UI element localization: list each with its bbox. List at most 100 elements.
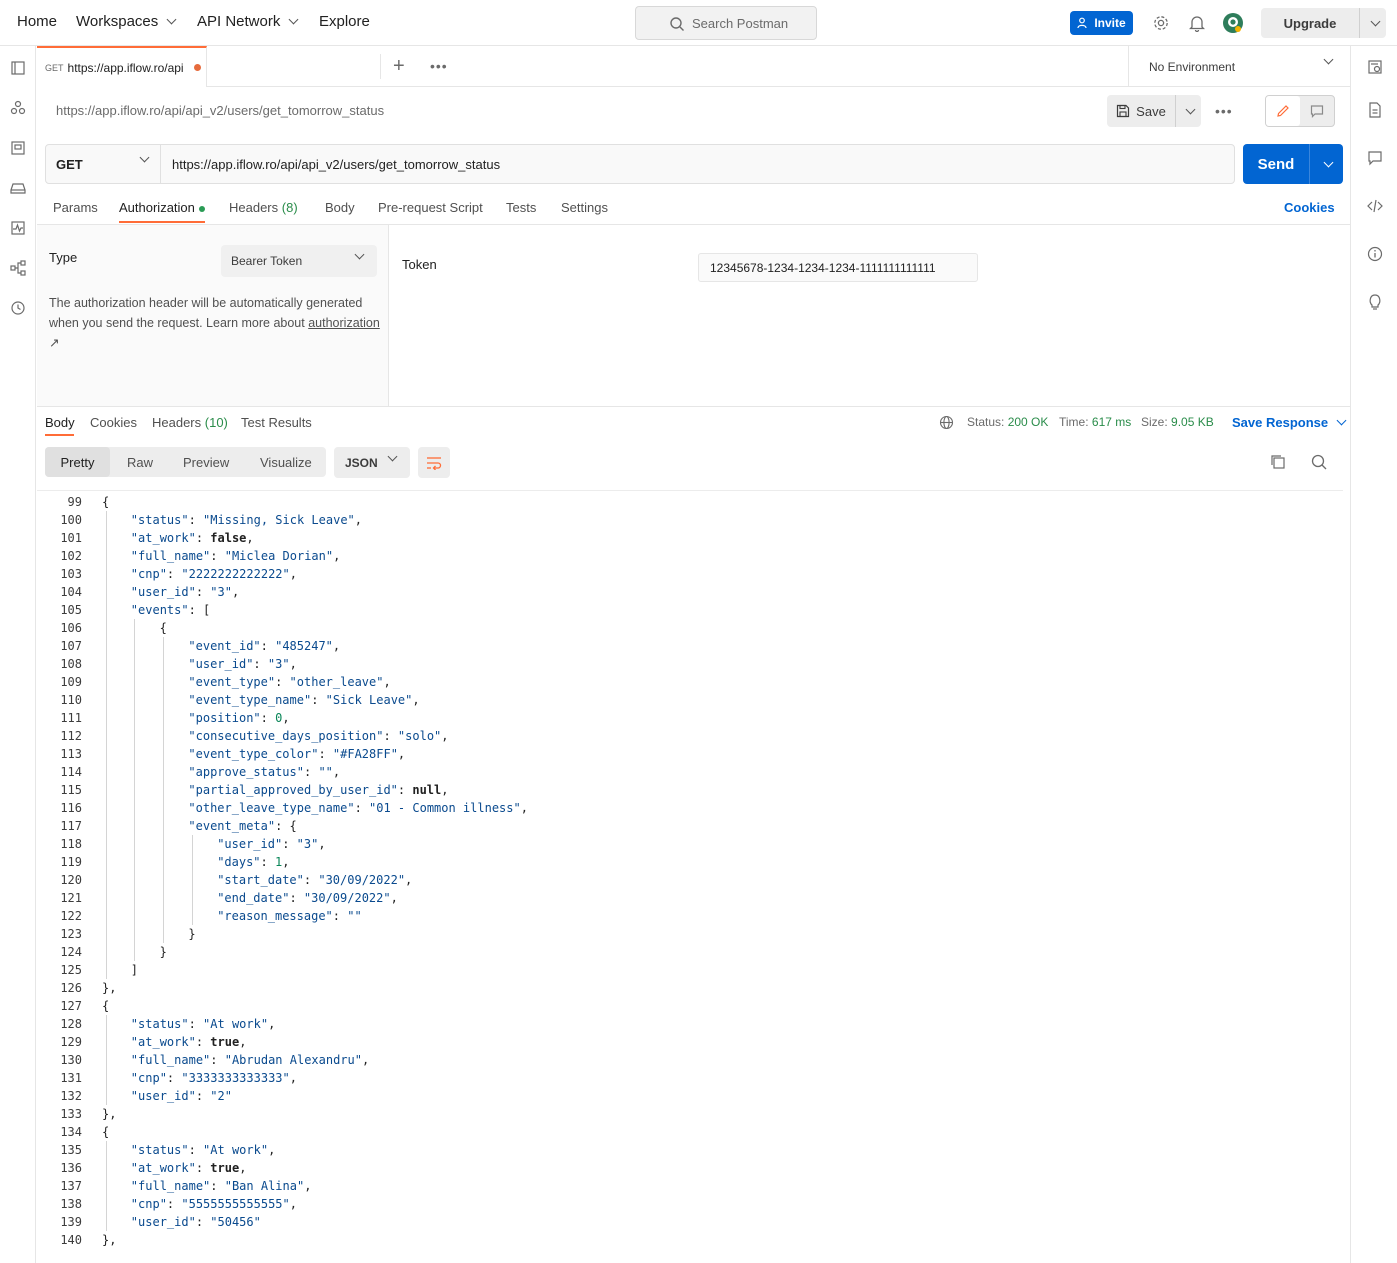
code-line: 113 "event_type_color": "#FA28FF", [37, 745, 1343, 763]
invite-button[interactable]: Invite [1070, 11, 1133, 35]
view-pretty[interactable]: Pretty [45, 447, 110, 477]
nav-home-label: Home [17, 13, 58, 30]
authorization-link[interactable]: authorization [308, 316, 380, 330]
documentation-button[interactable] [1365, 100, 1385, 120]
send-button[interactable]: Send [1243, 144, 1343, 184]
edit-mode-button[interactable] [1266, 96, 1300, 126]
tab-headers-count: (8) [281, 200, 298, 215]
response-size[interactable]: Size: 9.05 KB [1141, 415, 1214, 429]
tab-settings[interactable]: Settings [561, 200, 608, 215]
sidebar-item-flows[interactable] [8, 258, 28, 278]
settings-button[interactable] [1150, 12, 1172, 34]
code-text: "reason_message": "" [217, 909, 362, 923]
json-key: "event_type" [188, 675, 276, 689]
info-button[interactable] [1365, 244, 1385, 264]
sidebar-item-collections[interactable] [8, 58, 28, 78]
upgrade-dropdown[interactable] [1360, 16, 1386, 26]
code-line: 136 "at_work": true, [37, 1159, 1343, 1177]
response-tab-test-results[interactable]: Test Results [241, 415, 312, 430]
upgrade-button[interactable]: Upgrade [1261, 8, 1386, 38]
line-number: 105 [60, 603, 82, 617]
code-text: } [159, 945, 167, 959]
search-icon [670, 17, 684, 31]
nav-api-network[interactable]: API Network [197, 13, 299, 30]
nav-workspaces[interactable]: Workspaces [76, 13, 177, 30]
response-tab-cookies[interactable]: Cookies [90, 415, 137, 430]
response-time[interactable]: Time: 617 ms [1059, 415, 1131, 429]
network-info-button[interactable] [939, 415, 954, 433]
response-tab-headers[interactable]: Headers (10) [152, 415, 228, 430]
status-label: Status: [967, 415, 1005, 429]
sidebar-item-history[interactable] [8, 298, 28, 318]
plus-icon: + [393, 55, 405, 77]
search-response-button[interactable] [1310, 453, 1328, 474]
sidebar-item-mock-servers[interactable] [8, 178, 28, 198]
code-text: "user_id": "3", [188, 657, 297, 671]
save-button[interactable]: Save [1107, 95, 1201, 127]
tab-tests[interactable]: Tests [506, 200, 536, 215]
nav-explore[interactable]: Explore [319, 13, 370, 30]
size-label: Size: [1141, 415, 1168, 429]
tab-headers[interactable]: Headers (8) [229, 200, 298, 215]
view-preview[interactable]: Preview [183, 447, 229, 477]
auth-type-select[interactable]: Bearer Token [221, 245, 377, 277]
json-value: "At work" [203, 1143, 269, 1157]
code-line: 140}, [37, 1231, 1343, 1249]
tab-options-button[interactable]: ••• [430, 58, 448, 74]
view-visualize[interactable]: Visualize [260, 447, 312, 477]
code-text: "at_work": true, [130, 1035, 247, 1049]
suggestions-button[interactable] [1365, 292, 1385, 312]
save-dropdown[interactable] [1176, 104, 1201, 114]
tab-authorization[interactable]: Authorization [119, 200, 205, 215]
wrap-lines-button[interactable] [418, 447, 450, 478]
nav-home[interactable]: Home [17, 13, 57, 30]
json-value: true [210, 1035, 240, 1049]
url-input[interactable]: https://app.iflow.ro/api/api_v2/users/ge… [161, 145, 500, 183]
response-tab-body[interactable]: Body [45, 415, 75, 430]
request-options-button[interactable]: ••• [1215, 103, 1233, 119]
new-tab-button[interactable]: + [393, 55, 405, 77]
view-raw[interactable]: Raw [127, 447, 153, 477]
send-dropdown[interactable] [1310, 144, 1343, 184]
status-dot [198, 205, 205, 212]
code-text: { [102, 999, 110, 1013]
sidebar-item-apis[interactable] [8, 98, 28, 118]
environment-selector[interactable]: No Environment [1128, 46, 1350, 87]
response-body-code[interactable]: 99{100 "status": "Missing, Sick Leave", 10… [37, 490, 1343, 1263]
copy-button[interactable] [1269, 453, 1287, 474]
more-horizontal-icon: ••• [430, 58, 448, 74]
token-input[interactable]: 12345678-1234-1234-1234-1111111111111 [698, 253, 978, 282]
tab-params[interactable]: Params [53, 200, 98, 215]
environment-quick-look-icon [1368, 60, 1382, 74]
avatar[interactable] [1222, 12, 1244, 34]
chevron-down-icon [1370, 16, 1380, 26]
sidebar-item-environments[interactable] [8, 138, 28, 158]
chevron-down-icon [354, 249, 365, 260]
tab-headers-label: Headers [229, 200, 279, 215]
method-select[interactable]: GET [46, 145, 161, 183]
cookies-link[interactable]: Cookies [1284, 200, 1335, 215]
line-number: 132 [60, 1089, 82, 1103]
environment-quick-look-button[interactable] [1365, 57, 1385, 77]
notifications-button[interactable] [1186, 12, 1208, 34]
request-name[interactable]: https://app.iflow.ro/api/api_v2/users/ge… [56, 103, 384, 118]
format-select[interactable]: JSON [334, 447, 410, 478]
line-number: 126 [60, 981, 82, 995]
request-tab[interactable]: GET https://app.iflow.ro/api [37, 46, 207, 87]
save-button-main[interactable]: Save [1107, 104, 1175, 119]
invite-label: Invite [1094, 16, 1126, 30]
comments-button[interactable] [1365, 148, 1385, 168]
json-key: "status" [130, 1143, 189, 1157]
search-input[interactable]: Search Postman [635, 6, 817, 40]
comment-mode-button[interactable] [1300, 96, 1334, 126]
code-snippet-button[interactable] [1365, 196, 1385, 216]
sidebar-item-monitors[interactable] [8, 218, 28, 238]
tab-body[interactable]: Body [325, 200, 355, 215]
response-status[interactable]: Status: 200 OK [967, 415, 1048, 429]
line-number: 136 [60, 1161, 82, 1175]
active-tab-indicator [119, 221, 205, 223]
line-number: 116 [60, 801, 82, 815]
save-response-button[interactable]: Save Response [1232, 415, 1347, 430]
line-number: 110 [60, 693, 82, 707]
tab-pre-request-script[interactable]: Pre-request Script [378, 200, 483, 215]
